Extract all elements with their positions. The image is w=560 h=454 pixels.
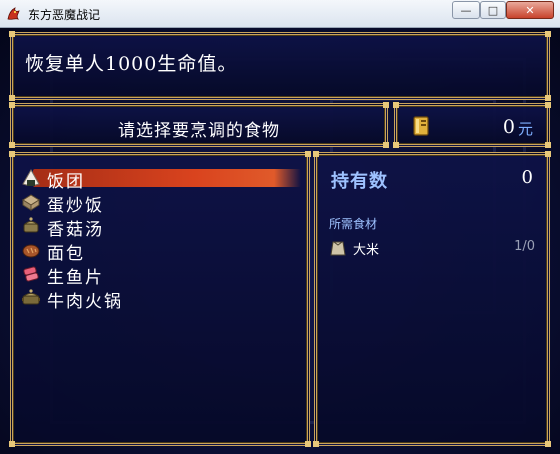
help-text: 恢复单人1000生命值。 xyxy=(25,53,238,75)
window-titlebar: 东方恶魔战记 — □ ✕ xyxy=(0,0,560,28)
owned-label: 持有数 xyxy=(331,171,388,192)
minimize-button[interactable]: — xyxy=(452,1,480,19)
close-button[interactable]: ✕ xyxy=(506,1,554,19)
food-item-label: 生鱼片 xyxy=(47,268,104,288)
food-item-label: 牛肉火锅 xyxy=(47,292,123,312)
prompt-text: 请选择要烹调的食物 xyxy=(118,121,280,141)
food-item-fried-rice[interactable]: 蛋炒饭 xyxy=(19,191,299,216)
food-list-window: 饭团 蛋炒饭 香菇汤 面包 生鱼片 牛肉火锅 xyxy=(9,151,311,447)
food-item-label: 香菇汤 xyxy=(47,220,104,240)
soup-pot-icon xyxy=(23,217,39,233)
food-item-sashimi[interactable]: 生鱼片 xyxy=(19,263,299,288)
rice-bag-icon xyxy=(330,241,346,256)
gold-unit: 元 xyxy=(517,120,533,138)
rice-ball-icon xyxy=(22,168,40,186)
food-item-mushroom-soup[interactable]: 香菇汤 xyxy=(19,215,299,240)
prompt-window: 请选择要烹调的食物 xyxy=(9,102,389,148)
gold-window: 0 元 xyxy=(393,102,551,148)
minimize-icon: — xyxy=(460,3,472,17)
maximize-button[interactable]: □ xyxy=(480,1,506,19)
food-item-label: 饭团 xyxy=(47,172,85,192)
fried-rice-icon xyxy=(22,194,40,211)
food-item-bread[interactable]: 面包 xyxy=(19,239,299,264)
ingredient-name: 大米 xyxy=(353,243,380,258)
help-window: 恢复单人1000生命值。 xyxy=(9,31,551,101)
sashimi-icon xyxy=(23,266,39,282)
window-title: 东方恶魔战记 xyxy=(28,8,101,22)
food-item-rice-ball[interactable]: 饭团 xyxy=(19,167,301,192)
food-item-beef-hotpot[interactable]: 牛肉火锅 xyxy=(19,287,299,312)
hotpot-icon xyxy=(22,289,40,305)
gold-book-icon xyxy=(413,116,429,136)
required-ingredients-label: 所需食材 xyxy=(329,217,378,231)
game-screen: 恢复单人1000生命值。 请选择要烹调的食物 0 元 饭团 蛋炒饭 香菇汤 面包… xyxy=(0,28,560,454)
maximize-icon: □ xyxy=(487,3,499,17)
app-dragon-icon xyxy=(7,7,20,20)
close-icon: ✕ xyxy=(525,3,535,17)
food-item-label: 面包 xyxy=(47,244,85,264)
owned-count: 0 xyxy=(521,167,533,188)
food-item-label: 蛋炒饭 xyxy=(47,196,104,216)
food-detail-window: 持有数 0 所需食材 大米 1/0 xyxy=(313,151,551,447)
bread-icon xyxy=(22,244,40,258)
ingredient-quantity: 1/0 xyxy=(514,239,535,254)
gold-amount: 0 xyxy=(502,116,515,138)
